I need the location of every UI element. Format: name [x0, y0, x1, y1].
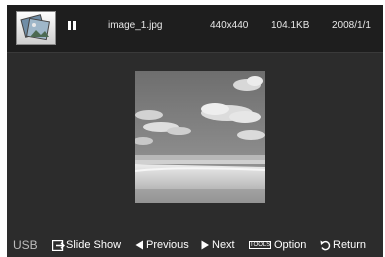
triangle-left-icon [135, 240, 144, 254]
file-date: 2008/1/1 [332, 20, 371, 31]
previous-button[interactable]: Previous [135, 239, 193, 253]
triangle-right-icon [201, 240, 210, 254]
option-label: Option [274, 239, 307, 251]
slideshow-icon [51, 239, 66, 255]
photo-display [135, 71, 265, 203]
next-button[interactable]: Next [201, 239, 241, 253]
photo-thumbnail-icon [16, 11, 56, 45]
slide-show-button[interactable]: Slide Show [51, 239, 124, 255]
return-arrow-icon [320, 240, 331, 255]
previous-label: Previous [146, 239, 189, 251]
image-resolution: 440x440 [210, 20, 249, 31]
return-label: Return [333, 239, 367, 251]
slide-show-label: Slide Show [66, 239, 122, 251]
file-size: 104.1KB [271, 20, 310, 31]
info-bar: image_1.jpg 440x440 104.1KB 2008/1/1 [7, 5, 383, 53]
file-name: image_1.jpg [108, 20, 163, 31]
control-bar: USB Slide Show Previous Next TOOLS Optio… [7, 233, 383, 257]
option-button[interactable]: TOOLS Option [249, 239, 309, 253]
source-label: USB [13, 238, 38, 252]
return-button[interactable]: Return [320, 239, 378, 253]
photo-viewer-screen: image_1.jpg 440x440 104.1KB 2008/1/1 USB… [7, 5, 383, 257]
pause-icon [68, 21, 76, 30]
tools-icon: TOOLS [249, 241, 271, 249]
next-label: Next [212, 239, 235, 251]
